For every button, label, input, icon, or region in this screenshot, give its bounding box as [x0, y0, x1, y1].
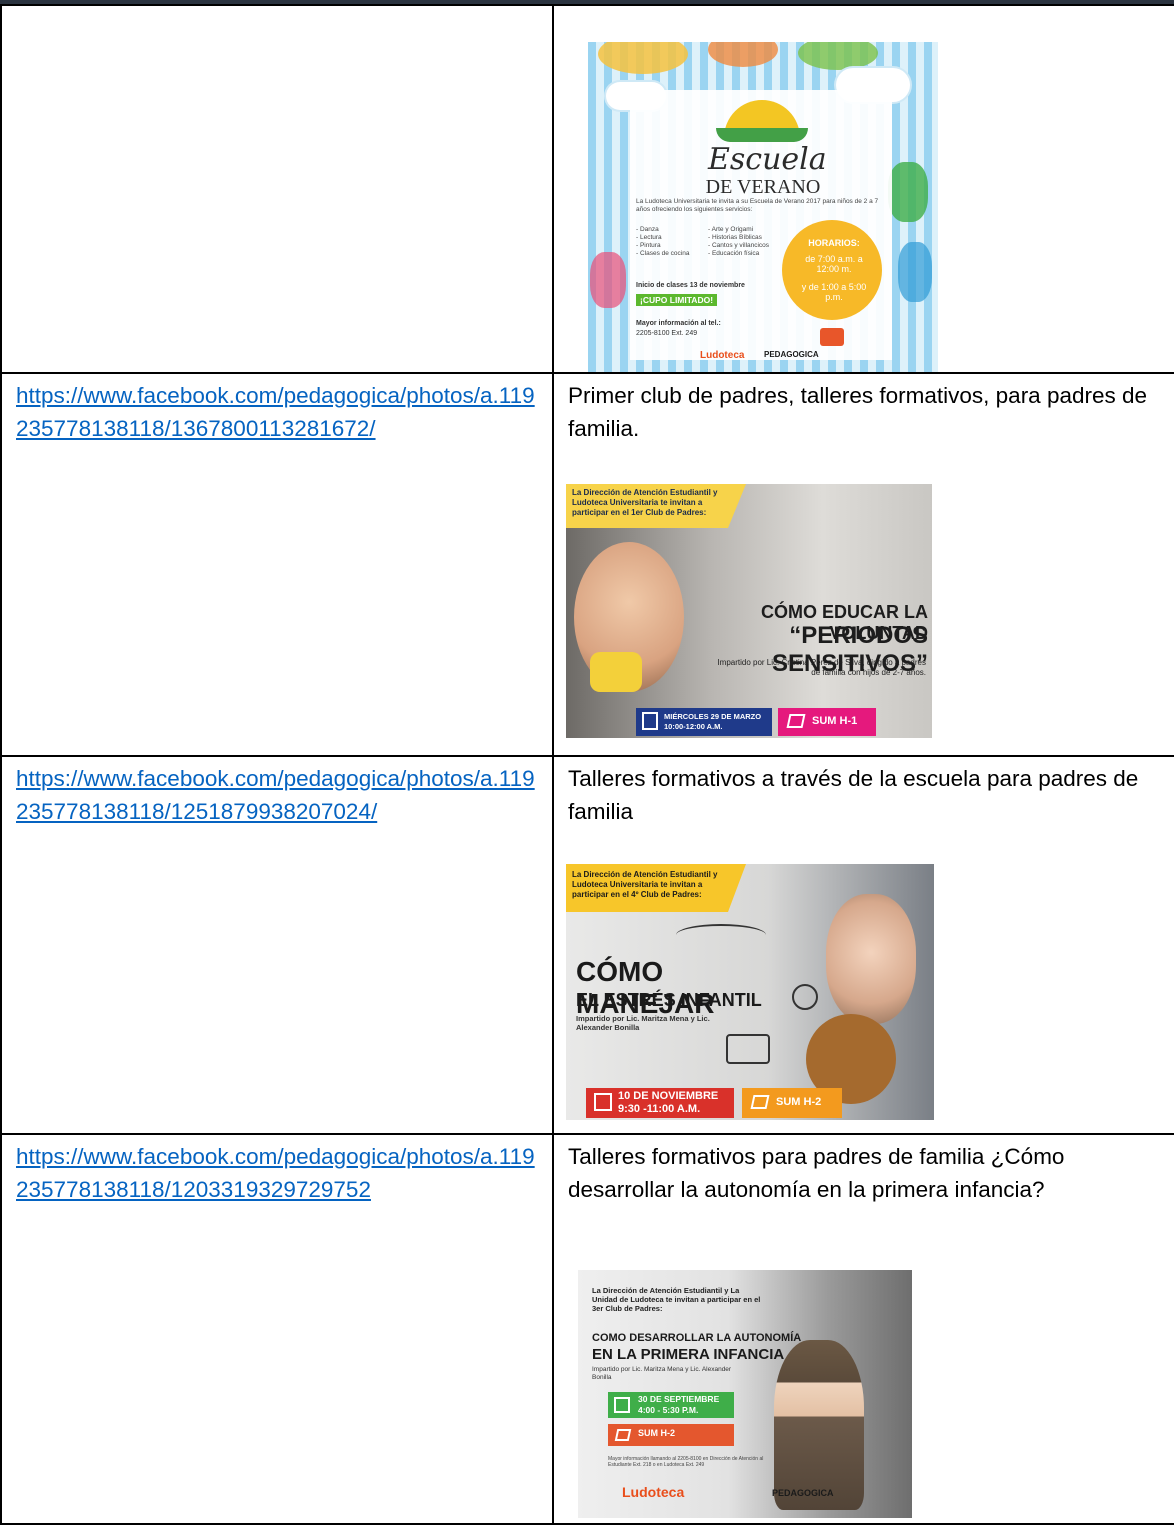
club-padres-4-poster: La Dirección de Atención Estudiantil y L… [566, 864, 934, 1120]
service-item: - Clases de cocina [636, 250, 690, 257]
horarios-afternoon: y de 1:00 a 5:00 p.m. [801, 282, 867, 302]
club-padres-1-poster: La Dirección de Atención Estudiantil y L… [566, 484, 932, 738]
poster-date: 10 DE NOVIEMBRE [618, 1090, 719, 1102]
service-item: - Cantos y villancicos [708, 242, 770, 249]
facebook-link[interactable]: https://www.facebook.com/pedagogica/phot… [2, 1135, 552, 1206]
poster-subheadline: EL ESTRÉS INFANTIL [576, 990, 762, 1010]
link-cell: https://www.facebook.com/pedagogica/phot… [0, 372, 554, 757]
pedagogica-logo: PEDAGOGICA [764, 350, 819, 359]
child-photo [826, 894, 916, 1024]
poster-byline: Impartido por Lic. Cristina Pérez de Sil… [717, 658, 926, 677]
poster-byline: Impartido por Lic. Maritza Mena y Lic. A… [592, 1366, 732, 1381]
poster-title: DE VERANO [705, 176, 821, 198]
info-label: Mayor información al tel.: [636, 320, 721, 327]
poster-date: 30 DE SEPTIEMBRE [638, 1394, 720, 1404]
doodle-book-icon [726, 1034, 770, 1064]
map-icon [750, 1095, 770, 1109]
escuela-verano-poster: Escuela DE VERANO La Ludoteca Universita… [588, 42, 938, 372]
poster-subheadline: EN LA PRIMERA INFANCIA [592, 1346, 785, 1363]
pedagogica-logo: PEDAGOGICA [772, 1488, 834, 1498]
hand-decoration [590, 252, 626, 308]
service-item: - Historias Bíblicas [708, 234, 762, 241]
poster-info: Mayor información llamando al 2205-8100 … [608, 1456, 764, 1468]
poster-headline: COMO DESARROLLAR LA AUTONOMÍA [592, 1332, 802, 1344]
services-left: - Danza - Lectura - Pintura - Clases de … [636, 226, 706, 258]
facebook-link[interactable]: https://www.facebook.com/pedagogica/phot… [2, 374, 552, 445]
poster-place: SUM H-2 [638, 1428, 676, 1438]
poster-time: 10:00-12:00 A.M. [664, 722, 723, 731]
row-description: Primer club de padres, talleres formativ… [568, 383, 1148, 441]
poster-script-title: Escuela [708, 142, 827, 177]
ludoteca-logo: Ludoteca [700, 350, 745, 361]
poster-place: SUM H-2 [776, 1096, 822, 1108]
link-cell: https://www.facebook.com/pedagogica/phot… [0, 755, 554, 1135]
service-item: - Arte y Origami [708, 226, 754, 233]
poster-banner: La Dirección de Atención Estudiantil y L… [592, 1286, 761, 1313]
hand-decoration [898, 242, 932, 302]
horarios-morning: de 7:00 a.m. a 12:00 m. [805, 254, 863, 274]
poster-banner: La Dirección de Atención Estudiantil y L… [572, 870, 718, 899]
calendar-icon [614, 1397, 630, 1413]
map-icon [614, 1429, 632, 1441]
poster-byline: Impartido por Lic. Maritza Mena y Lic. A… [576, 1014, 710, 1032]
club-padres-3-poster: La Dirección de Atención Estudiantil y L… [578, 1270, 912, 1518]
poster-date: MIÉRCOLES 29 DE MARZO [664, 712, 762, 721]
row-description: Talleres formativos a través de la escue… [568, 766, 1139, 824]
calendar-icon [642, 712, 658, 730]
info-phone: 2205-8100 Ext. 249 [636, 330, 698, 337]
facebook-link[interactable]: https://www.facebook.com/pedagogica/phot… [2, 757, 552, 828]
ludoteca-logo: Ludoteca [622, 1484, 685, 1500]
child-photo [774, 1340, 864, 1510]
poster-intro: La Ludoteca Universitaria te invita a su… [636, 198, 879, 213]
horarios-label: HORARIOS: [808, 238, 860, 248]
row-description: Talleres formativos para padres de famil… [568, 1144, 1065, 1202]
link-cell: https://www.facebook.com/pedagogica/phot… [0, 1133, 554, 1525]
balloon-basket [820, 328, 844, 346]
poster-place: SUM H-1 [812, 715, 858, 727]
service-item: - Lectura [636, 234, 662, 241]
poster-banner: La Dirección de Atención Estudiantil y L… [572, 488, 718, 517]
toy-icon [590, 652, 642, 692]
limited-badge: ¡CUPO LIMITADO! [636, 294, 718, 306]
service-item: - Pintura [636, 242, 661, 249]
doodle-arrow-icon [676, 924, 766, 946]
service-item: - Danza [636, 226, 659, 233]
link-cell [0, 4, 554, 374]
calendar-icon [594, 1093, 612, 1111]
poster-time: 4:00 - 5:30 P.M. [638, 1405, 699, 1415]
classes-start: Inicio de clases 13 de noviembre [636, 282, 745, 289]
poster-time: 9:30 -11:00 A.M. [618, 1103, 701, 1115]
map-icon [786, 714, 806, 728]
hand-decoration [888, 162, 928, 222]
